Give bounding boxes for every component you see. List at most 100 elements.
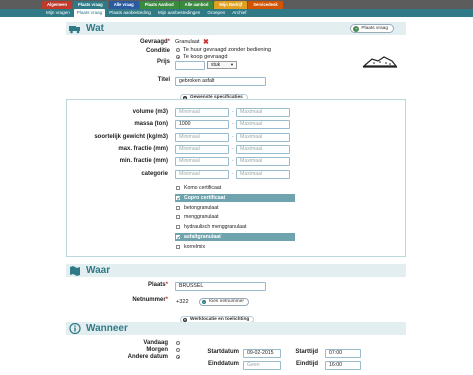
range-separator: -: [232, 121, 234, 127]
when-radio-today[interactable]: [176, 341, 180, 345]
sub-tab[interactable]: Mijn aanbestedingen: [155, 9, 203, 17]
top-navigation: Algemeen Plaats vraag Alle vraag Plaats Aan…: [0, 0, 473, 9]
spec-max-input[interactable]: Maximaal: [236, 157, 290, 166]
top-tab[interactable]: Alle aanbod: [179, 1, 214, 9]
condition-radio-buy[interactable]: [176, 55, 180, 59]
place-request-label: Plaats vraag: [361, 26, 388, 31]
spec-min-input[interactable]: Minimaal: [175, 108, 229, 117]
section-header-waar: Waar: [66, 264, 406, 277]
top-tab[interactable]: Plaats Aanbod: [139, 1, 179, 9]
spec-min-input[interactable]: Minimaal: [175, 157, 229, 166]
info-icon: [69, 323, 81, 334]
when-option-tomorrow: Morgen: [146, 347, 168, 353]
checkbox-box[interactable]: [176, 206, 180, 210]
checkbox-box[interactable]: [176, 195, 180, 203]
section-title-wanneer: Wanneer: [86, 323, 128, 334]
checkbox-box[interactable]: [176, 225, 180, 229]
section-title-wat: Wat: [86, 23, 104, 34]
netnummer-value: +322: [176, 299, 189, 305]
spec-max-input[interactable]: Maximaal: [236, 145, 290, 154]
when-option-other: Andere datum: [127, 354, 168, 360]
spec-checkbox[interactable]: Komo certificaat: [175, 184, 295, 192]
sub-tab[interactable]: Archief: [229, 9, 249, 17]
map-icon: [70, 266, 80, 276]
spec-min-input[interactable]: Minimaal: [175, 145, 229, 154]
spec-max-input[interactable]: Maximaal: [236, 108, 290, 117]
condition-radio-rent[interactable]: [176, 48, 180, 52]
top-tab[interactable]: Servicedesk: [248, 1, 283, 9]
when-radio-other[interactable]: [176, 355, 180, 359]
checkbox-box[interactable]: [176, 234, 180, 242]
spec-min-input[interactable]: 1000: [175, 120, 229, 129]
conditie-label: Conditie: [146, 48, 170, 54]
choose-netnummer-label: Kies netnummer: [209, 299, 244, 304]
plus-icon: +: [202, 300, 206, 304]
spec-label: volume (m3): [132, 109, 168, 115]
checkbox-label: hydraulisch menggranulaat: [184, 224, 247, 230]
sub-tab[interactable]: Plaats vraag: [73, 9, 106, 17]
checkbox-label: asfaltgranulaat: [184, 234, 221, 240]
sub-tab[interactable]: Groepen: [204, 9, 228, 17]
gevraagd-value: Granulaat: [175, 39, 200, 45]
plus-icon: +: [353, 26, 360, 32]
chevron-down-icon: ▼: [183, 317, 187, 322]
section-header-wanneer: Wanneer: [66, 322, 406, 335]
top-tab[interactable]: Alle vraag: [108, 1, 139, 9]
price-unit-select[interactable]: stuk ▼: [207, 61, 237, 69]
spec-label: massa (ton): [134, 121, 168, 127]
spec-max-input[interactable]: Maximaal: [236, 133, 290, 142]
titel-label: Titel: [157, 77, 170, 83]
checkbox-box[interactable]: [176, 245, 180, 249]
spec-checkbox[interactable]: asfaltgranulaat: [175, 233, 295, 242]
condition-option-buy: Te koop gevraagd: [183, 54, 228, 60]
title-input[interactable]: gebroken asfalt: [175, 77, 266, 86]
top-tab[interactable]: Plaats vraag: [73, 1, 108, 9]
when-option-today: Vandaag: [143, 340, 168, 346]
einddatum-label: Einddatum: [208, 361, 239, 367]
range-separator: -: [232, 171, 234, 177]
choose-netnummer-button[interactable]: + Kies netnummer: [199, 298, 249, 306]
top-tab[interactable]: Mijn Bedrijf: [214, 1, 248, 9]
range-separator: -: [232, 109, 234, 115]
checkbox-box[interactable]: [176, 215, 180, 219]
start-time-input[interactable]: 07:00: [325, 349, 361, 358]
spec-checkbox[interactable]: Copro certificaat: [175, 194, 295, 203]
truck-icon: [69, 26, 80, 34]
spec-min-input[interactable]: Minimaal: [175, 170, 229, 179]
end-date-input[interactable]: Geen: [243, 361, 281, 370]
startdatum-label: Startdatum: [207, 349, 239, 355]
spec-min-input[interactable]: Minimaal: [175, 133, 229, 142]
checkbox-label: Komo certificaat: [184, 185, 222, 191]
section-title-waar: Waar: [86, 265, 111, 276]
end-time-input[interactable]: 16:00: [325, 361, 361, 370]
eindtijd-label: Eindtijd: [296, 361, 318, 367]
sub-tab[interactable]: Plaats aanbesteding: [106, 9, 154, 17]
sub-navigation: Mijn vragen Plaats vraag Plaats aanbestedi…: [0, 9, 473, 17]
chevron-down-icon: ▼: [230, 62, 234, 67]
checkbox-box[interactable]: [176, 186, 180, 190]
when-radio-tomorrow[interactable]: [176, 348, 180, 352]
spec-max-input[interactable]: Maximaal: [236, 120, 290, 129]
spec-checkbox[interactable]: korrelmix: [175, 243, 295, 251]
prijs-label: Prijs: [156, 59, 170, 65]
spec-checkbox[interactable]: menggranulaat: [175, 213, 295, 221]
spec-checkbox[interactable]: hydraulisch menggranulaat: [175, 223, 295, 231]
place-input[interactable]: BRUSSEL: [175, 282, 266, 291]
asphalt-pile-icon: [362, 56, 398, 68]
place-request-button[interactable]: + Plaats vraag: [350, 24, 394, 33]
top-tab[interactable]: Algemeen: [42, 1, 73, 9]
remove-icon[interactable]: ✖: [203, 38, 209, 46]
spec-label: max. fractie (mm): [118, 146, 168, 152]
gevraagd-label: Gevraagd*: [139, 39, 170, 45]
start-date-input[interactable]: 09-02-2015: [243, 349, 281, 358]
range-separator: -: [232, 158, 234, 164]
price-input[interactable]: [175, 61, 205, 70]
spec-checkbox[interactable]: betongranulaat: [175, 204, 295, 212]
sub-tab[interactable]: Mijn vragen: [43, 9, 73, 17]
checkbox-label: korrelmix: [184, 244, 206, 250]
spec-label: soortelijk gewicht (kg/m3): [94, 134, 168, 140]
price-unit-value: stuk: [211, 62, 221, 68]
netnummer-label: Netnummer*: [132, 297, 168, 303]
spec-max-input[interactable]: Maximaal: [236, 170, 290, 179]
checkbox-label: Copro certificaat: [184, 195, 226, 201]
